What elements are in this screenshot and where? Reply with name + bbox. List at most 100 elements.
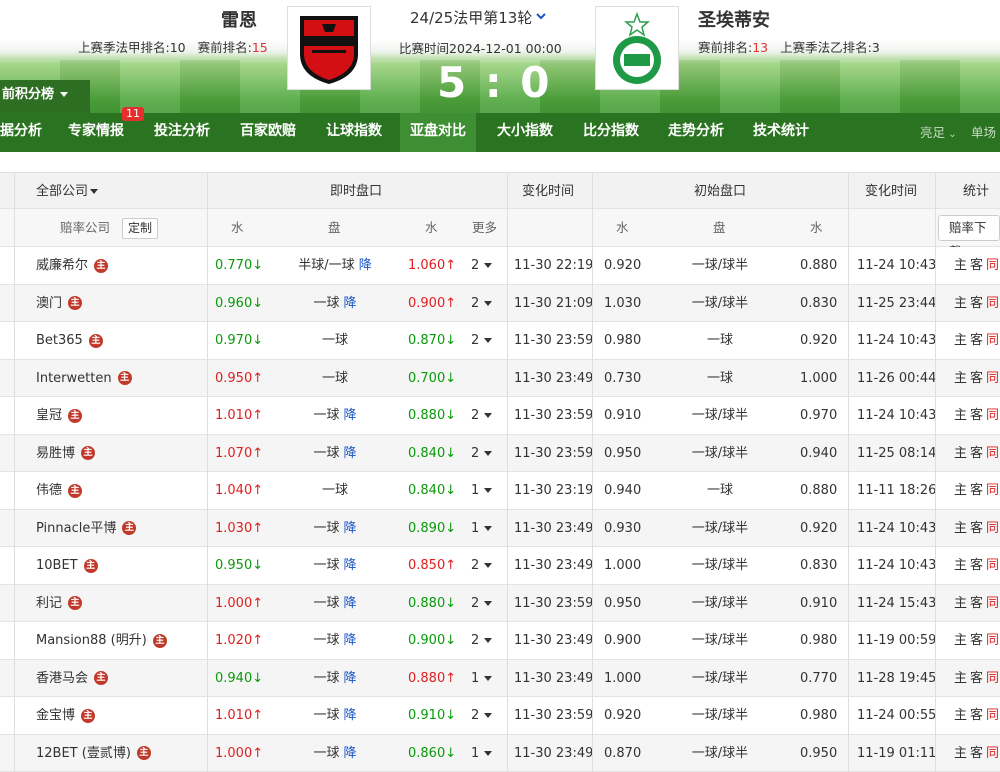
odds-download-button[interactable]: 赔率下载 <box>938 215 1000 241</box>
stats-home-link[interactable]: 主 <box>954 333 967 348</box>
home-team-name[interactable]: 雷恩 <box>221 6 257 32</box>
company-name[interactable]: 利记 <box>36 596 62 611</box>
stats-away-link[interactable]: 客 <box>970 333 983 348</box>
company-cell[interactable]: 易胜博主 <box>36 435 95 473</box>
company-cell[interactable]: 澳门主 <box>36 285 82 323</box>
stats-away-link[interactable]: 客 <box>970 258 983 273</box>
company-name[interactable]: 易胜博 <box>36 446 75 461</box>
more-dropdown[interactable]: 2 <box>471 547 492 585</box>
stats-home-link[interactable]: 主 <box>954 296 967 311</box>
stats-away-link[interactable]: 客 <box>970 446 983 461</box>
customize-button[interactable]: 定制 <box>122 218 158 239</box>
stats-away-link[interactable]: 客 <box>970 521 983 536</box>
nav-betting-analysis[interactable]: 投注分析 <box>154 113 210 152</box>
stats-home-link[interactable]: 主 <box>954 558 967 573</box>
more-dropdown[interactable]: 1 <box>471 735 492 772</box>
stats-home-link[interactable]: 主 <box>954 446 967 461</box>
stats-home-link[interactable]: 主 <box>954 671 967 686</box>
stats-same-link[interactable]: 同 <box>986 633 999 648</box>
away-team-logo[interactable] <box>595 6 679 90</box>
stats-same-link[interactable]: 同 <box>986 746 999 761</box>
stats-away-link[interactable]: 客 <box>970 671 983 686</box>
stats-same-link[interactable]: 同 <box>986 558 999 573</box>
company-name[interactable]: 威廉希尔 <box>36 258 88 273</box>
company-name[interactable]: Bet365 <box>36 333 83 348</box>
company-cell[interactable]: 皇冠主 <box>36 397 82 435</box>
stats-same-link[interactable]: 同 <box>986 708 999 723</box>
company-cell[interactable]: 威廉希尔主 <box>36 247 108 285</box>
more-dropdown[interactable]: 1 <box>471 660 492 698</box>
more-dropdown[interactable]: 2 <box>471 285 492 323</box>
stats-home-link[interactable]: 主 <box>954 371 967 386</box>
stats-home-link[interactable]: 主 <box>954 258 967 273</box>
away-team-name[interactable]: 圣埃蒂安 <box>698 6 770 32</box>
company-cell[interactable]: 香港马会主 <box>36 660 108 698</box>
stats-home-link[interactable]: 主 <box>954 596 967 611</box>
all-companies-filter[interactable]: 全部公司 <box>36 173 98 210</box>
company-name[interactable]: 皇冠 <box>36 408 62 423</box>
stats-same-link[interactable]: 同 <box>986 596 999 611</box>
stats-home-link[interactable]: 主 <box>954 708 967 723</box>
points-table-tab[interactable]: 前积分榜 <box>0 80 90 114</box>
stats-same-link[interactable]: 同 <box>986 258 999 273</box>
company-cell[interactable]: Mansion88 (明升)主 <box>36 622 167 660</box>
stats-away-link[interactable]: 客 <box>970 558 983 573</box>
more-dropdown[interactable]: 2 <box>471 697 492 735</box>
nav-handicap-index[interactable]: 让球指数 <box>326 113 382 152</box>
round-title[interactable]: 24/25法甲第13轮 <box>410 7 532 28</box>
company-name[interactable]: 10BET <box>36 558 78 573</box>
stats-away-link[interactable]: 客 <box>970 746 983 761</box>
more-dropdown[interactable]: 1 <box>471 472 492 510</box>
company-cell[interactable]: 利记主 <box>36 585 82 623</box>
stats-away-link[interactable]: 客 <box>970 708 983 723</box>
stats-home-link[interactable]: 主 <box>954 483 967 498</box>
company-name[interactable]: Interwetten <box>36 371 112 386</box>
nav-data-analysis[interactable]: 据分析 <box>0 113 42 152</box>
home-team-logo[interactable] <box>287 6 371 90</box>
single-match-toggle[interactable]: 单场 <box>971 113 996 152</box>
nav-over-under[interactable]: 大小指数 <box>497 113 553 152</box>
stats-away-link[interactable]: 客 <box>970 371 983 386</box>
company-cell[interactable]: 10BET主 <box>36 547 98 585</box>
company-cell[interactable]: 金宝博主 <box>36 697 95 735</box>
nav-tech-stats[interactable]: 技术统计 <box>753 113 809 152</box>
company-name[interactable]: 金宝博 <box>36 708 75 723</box>
nav-trend-analysis[interactable]: 走势分析 <box>668 113 724 152</box>
stats-same-link[interactable]: 同 <box>986 446 999 461</box>
more-dropdown[interactable]: 2 <box>471 585 492 623</box>
stats-away-link[interactable]: 客 <box>970 408 983 423</box>
nav-expert-info[interactable]: 专家情报 <box>68 113 124 152</box>
nav-euro-odds[interactable]: 百家欧赔 <box>240 113 296 152</box>
company-name[interactable]: 伟德 <box>36 483 62 498</box>
stats-same-link[interactable]: 同 <box>986 521 999 536</box>
stats-same-link[interactable]: 同 <box>986 333 999 348</box>
chevron-down-icon[interactable] <box>534 9 548 23</box>
stats-away-link[interactable]: 客 <box>970 633 983 648</box>
company-name[interactable]: 12BET (壹贰博) <box>36 746 131 761</box>
company-cell[interactable]: 12BET (壹贰博)主 <box>36 735 151 772</box>
stats-away-link[interactable]: 客 <box>970 596 983 611</box>
company-name[interactable]: Pinnacle平博 <box>36 521 116 536</box>
company-cell[interactable]: Interwetten主 <box>36 360 132 398</box>
company-name[interactable]: Mansion88 (明升) <box>36 633 147 648</box>
company-cell[interactable]: Bet365主 <box>36 322 103 360</box>
nav-asian-handicap[interactable]: 亚盘对比 <box>400 113 476 152</box>
stats-home-link[interactable]: 主 <box>954 633 967 648</box>
display-mode-select[interactable]: 亮足 ⌄ <box>920 113 957 152</box>
company-name[interactable]: 香港马会 <box>36 671 88 686</box>
stats-home-link[interactable]: 主 <box>954 746 967 761</box>
more-dropdown[interactable]: 2 <box>471 247 492 285</box>
company-cell[interactable]: Pinnacle平博主 <box>36 510 136 548</box>
more-dropdown[interactable]: 2 <box>471 322 492 360</box>
nav-correct-score[interactable]: 比分指数 <box>583 113 639 152</box>
stats-home-link[interactable]: 主 <box>954 408 967 423</box>
company-name[interactable]: 澳门 <box>36 296 62 311</box>
stats-home-link[interactable]: 主 <box>954 521 967 536</box>
stats-same-link[interactable]: 同 <box>986 296 999 311</box>
stats-same-link[interactable]: 同 <box>986 408 999 423</box>
more-dropdown[interactable]: 2 <box>471 397 492 435</box>
stats-away-link[interactable]: 客 <box>970 296 983 311</box>
more-dropdown[interactable]: 2 <box>471 435 492 473</box>
stats-same-link[interactable]: 同 <box>986 671 999 686</box>
more-dropdown[interactable]: 1 <box>471 510 492 548</box>
